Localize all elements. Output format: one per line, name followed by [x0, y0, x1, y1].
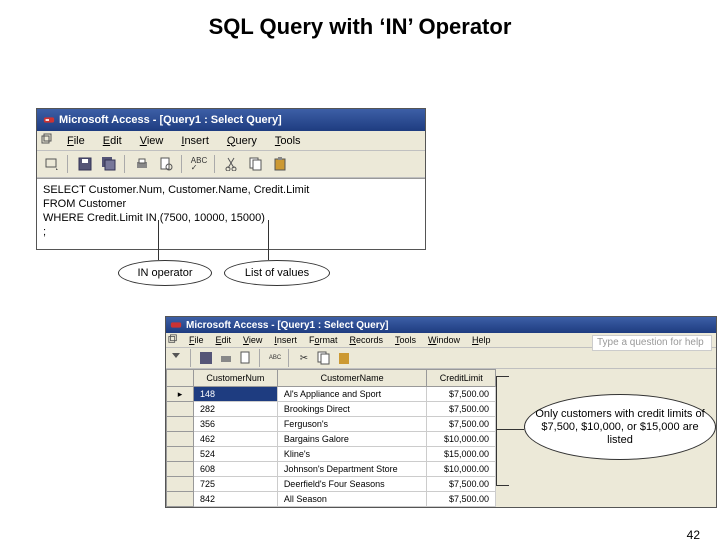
- cut-icon[interactable]: [221, 153, 243, 175]
- separator: [190, 349, 193, 367]
- record-selector[interactable]: [167, 402, 194, 417]
- menu-tools[interactable]: Tools: [267, 134, 309, 148]
- separator: [181, 155, 184, 173]
- paste-icon[interactable]: [269, 153, 291, 175]
- menu-records[interactable]: Records: [344, 335, 388, 345]
- save-all-icon[interactable]: [98, 153, 120, 175]
- help-search-box[interactable]: Type a question for help: [592, 335, 712, 351]
- menu-file[interactable]: File: [184, 335, 209, 345]
- table-row[interactable]: 725Deerfield's Four Seasons$7,500.00: [167, 477, 496, 492]
- spellcheck-icon[interactable]: ABC✓: [188, 153, 210, 175]
- print-preview-icon[interactable]: [155, 153, 177, 175]
- menu-window[interactable]: Window: [423, 335, 465, 345]
- copy-icon[interactable]: [315, 349, 333, 367]
- menu-view[interactable]: View: [238, 335, 267, 345]
- record-selector[interactable]: [167, 417, 194, 432]
- sql-design-window: Microsoft Access - [Query1 : Select Quer…: [36, 108, 426, 250]
- separator: [214, 155, 217, 173]
- window-titlebar: Microsoft Access - [Query1 : Select Quer…: [166, 317, 716, 333]
- print-icon[interactable]: [217, 349, 235, 367]
- table-row[interactable]: 462Bargains Galore$10,000.00: [167, 432, 496, 447]
- annotation-callout-credit-limits: Only customers with credit limits of $7,…: [524, 394, 716, 460]
- menu-insert[interactable]: Insert: [269, 335, 302, 345]
- access-key-icon: [43, 114, 55, 126]
- paste-icon[interactable]: [335, 349, 353, 367]
- menu-query[interactable]: Query: [219, 134, 265, 148]
- datasheet-grid[interactable]: CustomerNum CustomerName CreditLimit ▸14…: [166, 369, 496, 507]
- annotation-list-values: List of values: [224, 260, 330, 286]
- table-row[interactable]: 356Ferguson's$7,500.00: [167, 417, 496, 432]
- restore-icon[interactable]: [168, 334, 178, 346]
- record-selector[interactable]: [167, 462, 194, 477]
- table-row[interactable]: 524Kline's$15,000.00: [167, 447, 496, 462]
- toolbar: ABC✓: [37, 151, 425, 178]
- menu-format[interactable]: Format: [304, 335, 343, 345]
- record-selector[interactable]: [167, 477, 194, 492]
- menubar: File Edit View Insert Query Tools: [37, 131, 425, 151]
- save-icon[interactable]: [74, 153, 96, 175]
- view-dropdown-icon[interactable]: [168, 349, 186, 367]
- record-selector[interactable]: [167, 432, 194, 447]
- record-selector[interactable]: [167, 492, 194, 507]
- table-row[interactable]: ▸148Al's Appliance and Sport$7,500.00: [167, 387, 496, 402]
- menu-insert[interactable]: Insert: [173, 134, 217, 148]
- sql-text-area[interactable]: SELECT Customer.Num, Customer.Name, Cred…: [37, 178, 425, 249]
- slide-title: SQL Query with ‘IN’ Operator: [0, 14, 720, 40]
- cut-icon[interactable]: ✂: [295, 349, 313, 367]
- view-dropdown-icon[interactable]: [41, 153, 63, 175]
- restore-icon[interactable]: [41, 133, 53, 148]
- menu-edit[interactable]: Edit: [211, 335, 237, 345]
- menu-view[interactable]: View: [132, 134, 172, 148]
- record-selector[interactable]: [167, 447, 194, 462]
- copy-icon[interactable]: [245, 153, 267, 175]
- separator: [259, 349, 262, 367]
- window-title-text: Microsoft Access - [Query1 : Select Quer…: [59, 114, 282, 126]
- menu-help[interactable]: Help: [467, 335, 496, 345]
- table-row[interactable]: 608Johnson's Department Store$10,000.00: [167, 462, 496, 477]
- separator: [124, 155, 127, 173]
- table-row[interactable]: 282Brookings Direct$7,500.00: [167, 402, 496, 417]
- menu-edit[interactable]: Edit: [95, 134, 130, 148]
- window-titlebar: Microsoft Access - [Query1 : Select Quer…: [37, 109, 425, 131]
- annotation-in-operator: IN operator: [118, 260, 212, 286]
- annotation-line: [158, 220, 159, 260]
- annotation-line: [496, 429, 524, 430]
- menu-tools[interactable]: Tools: [390, 335, 421, 345]
- menu-file[interactable]: File: [59, 134, 93, 148]
- table-row[interactable]: 842All Season$7,500.00: [167, 492, 496, 507]
- print-icon[interactable]: [131, 153, 153, 175]
- record-selector[interactable]: ▸: [167, 387, 194, 402]
- save-icon[interactable]: [197, 349, 215, 367]
- column-header-creditlimit[interactable]: CreditLimit: [427, 370, 496, 387]
- menubar: File Edit View Insert Format Records Too…: [166, 333, 716, 348]
- window-title-text: Microsoft Access - [Query1 : Select Quer…: [186, 320, 388, 331]
- toolbar: ABC ✂: [166, 348, 716, 369]
- annotation-bracket: [496, 376, 509, 486]
- record-selector-header: [167, 370, 194, 387]
- access-key-icon: [170, 319, 182, 331]
- column-header-customernum[interactable]: CustomerNum: [194, 370, 278, 387]
- column-header-customername[interactable]: CustomerName: [277, 370, 427, 387]
- separator: [67, 155, 70, 173]
- annotation-line: [268, 220, 269, 260]
- separator: [288, 349, 291, 367]
- spellcheck-icon[interactable]: ABC: [266, 349, 284, 367]
- print-preview-icon[interactable]: [237, 349, 255, 367]
